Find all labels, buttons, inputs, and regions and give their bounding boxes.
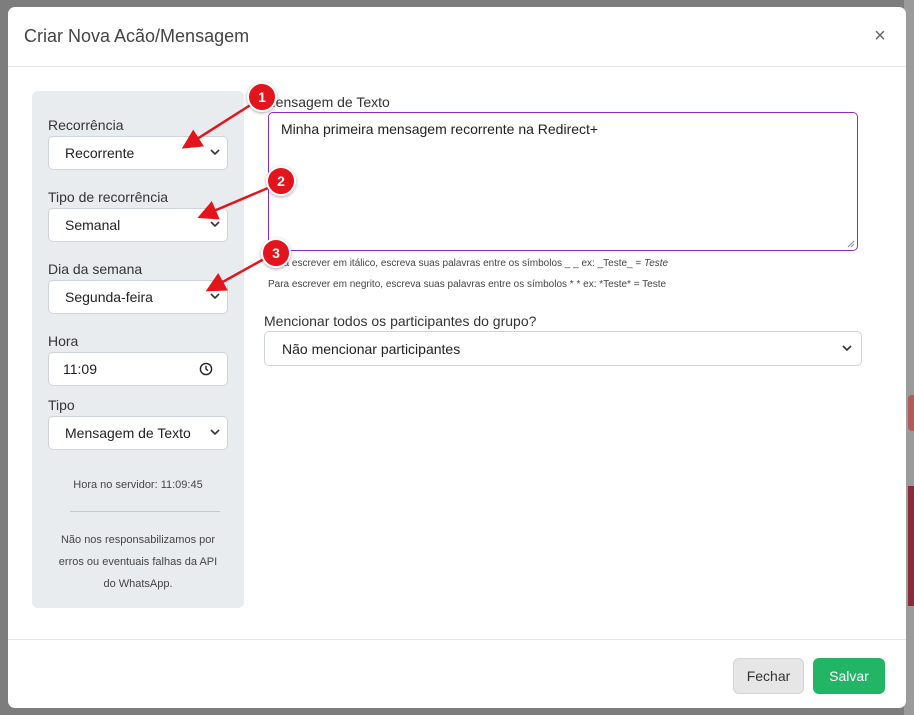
chevron-down-icon bbox=[210, 221, 220, 228]
message-label: Mensagem de Texto bbox=[264, 94, 390, 110]
recurrence-label: Recorrência bbox=[48, 117, 124, 133]
weekday-select[interactable]: Segunda-feira bbox=[48, 280, 228, 314]
settings-sidebar: Recorrência Recorrente Tipo de recorrênc… bbox=[32, 91, 244, 608]
annotation-badge-1: 1 bbox=[247, 82, 277, 112]
save-button[interactable]: Salvar bbox=[813, 658, 885, 694]
sidebar-divider bbox=[70, 511, 220, 512]
type-select[interactable]: Mensagem de Texto bbox=[48, 416, 228, 450]
italic-hint: Para escrever em itálico, escreva suas p… bbox=[268, 258, 668, 269]
recurrence-select[interactable]: Recorrente bbox=[48, 136, 228, 170]
recurrence-type-value: Semanal bbox=[65, 217, 121, 233]
mention-select[interactable]: Não mencionar participantes bbox=[264, 331, 862, 366]
chevron-down-icon bbox=[842, 345, 852, 352]
api-disclaimer: Não nos responsabilizamos por erros ou e… bbox=[58, 534, 218, 590]
resize-handle-icon[interactable] bbox=[846, 239, 855, 248]
time-label: Hora bbox=[48, 333, 79, 349]
time-value: 11:09 bbox=[63, 361, 97, 377]
type-value: Mensagem de Texto bbox=[65, 425, 191, 441]
chevron-down-icon bbox=[210, 293, 220, 300]
backdrop-element bbox=[908, 395, 914, 431]
bold-hint: Para escrever em negrito, escreva suas p… bbox=[268, 279, 667, 290]
close-button[interactable]: Fechar bbox=[733, 658, 804, 694]
clock-icon[interactable] bbox=[199, 362, 213, 376]
backdrop-element bbox=[908, 486, 914, 606]
recurrence-value: Recorrente bbox=[65, 145, 135, 161]
modal-title: Criar Nova Acão/Mensagem bbox=[24, 26, 250, 46]
modal-footer: Fechar Salvar bbox=[8, 639, 906, 708]
annotation-badge-2: 2 bbox=[266, 166, 296, 196]
close-icon[interactable]: × bbox=[870, 25, 890, 48]
weekday-label: Dia da semana bbox=[48, 261, 143, 277]
create-action-modal: Criar Nova Acão/Mensagem × Recorrência R… bbox=[8, 7, 906, 708]
weekday-value: Segunda-feira bbox=[65, 289, 153, 305]
chevron-down-icon bbox=[210, 429, 220, 436]
chevron-down-icon bbox=[210, 149, 220, 156]
annotation-badge-3: 3 bbox=[261, 238, 291, 268]
mention-value: Não mencionar participantes bbox=[282, 340, 461, 357]
recurrence-type-select[interactable]: Semanal bbox=[48, 208, 228, 242]
message-textarea[interactable]: Minha primeira mensagem recorrente na Re… bbox=[268, 112, 858, 251]
italic-hint-text: Para escrever em itálico, escreva suas p… bbox=[268, 258, 645, 269]
mention-label: Mencionar todos os participantes do grup… bbox=[264, 313, 537, 329]
type-label: Tipo bbox=[48, 397, 75, 413]
recurrence-type-label: Tipo de recorrência bbox=[48, 189, 169, 205]
server-time: Hora no servidor: 11:09:45 bbox=[73, 479, 203, 491]
modal-header: Criar Nova Acão/Mensagem × bbox=[8, 7, 906, 67]
italic-hint-example: Teste bbox=[644, 258, 669, 269]
time-input[interactable]: 11:09 bbox=[48, 352, 228, 386]
